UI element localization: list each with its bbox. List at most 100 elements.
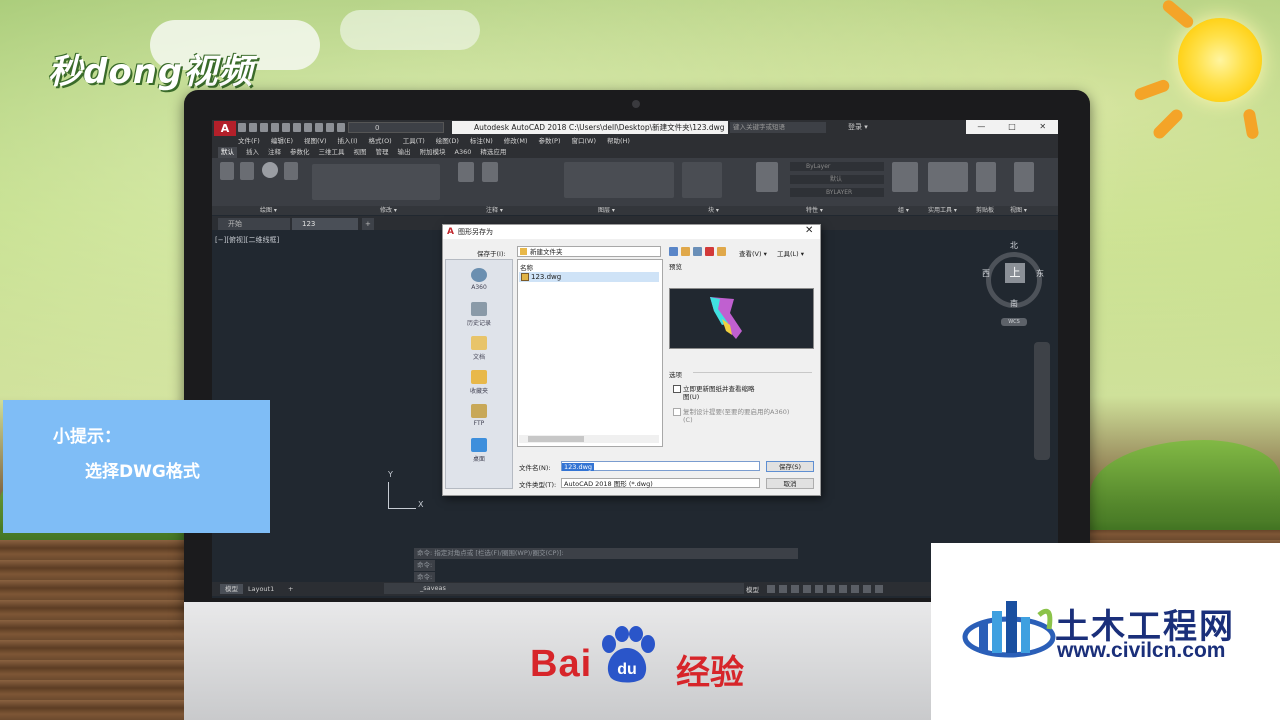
sun-layer-icon[interactable] [337,123,345,132]
text-tool-icon[interactable] [458,162,474,182]
viewport-controls[interactable]: [−][俯视][二维线框] [215,235,279,245]
tab-default[interactable]: 默认 [218,147,237,158]
undo-icon[interactable] [293,123,301,132]
customize-icon[interactable] [875,585,883,593]
prop-bylayer-2[interactable]: 默认 [790,175,884,184]
cancel-button[interactable]: 取消 [766,478,814,489]
new-tab-button[interactable]: + [362,218,374,230]
redo-icon[interactable] [304,123,312,132]
polyline-tool-icon[interactable] [240,162,254,180]
tab-start[interactable]: 开始 [218,218,290,230]
maximize-button[interactable]: □ [997,120,1028,134]
delete-icon[interactable] [705,247,714,256]
arc-tool-icon[interactable] [284,162,298,180]
layer-dropdown[interactable]: 0 [348,122,444,133]
menu-dimension[interactable]: 标注(N) [470,136,493,147]
save-button[interactable]: 保存(S) [766,461,814,472]
save-icon[interactable] [260,123,268,132]
tab-manage[interactable]: 管理 [376,147,389,158]
panel-label-block[interactable]: 块 ▾ [708,206,719,215]
viewcube-north[interactable]: 北 [1010,240,1018,251]
dialog-close-button[interactable]: ✕ [805,225,813,236]
panel-label-modify[interactable]: 修改 ▾ [380,206,397,215]
tab-annotate[interactable]: 注释 [268,147,281,158]
panel-label-groups[interactable]: 组 ▾ [898,206,909,215]
tab-3d-tools[interactable]: 三维工具 [319,147,345,158]
tab-model[interactable]: 模型 [220,584,243,594]
place-documents[interactable]: 文档 [446,336,512,361]
share-icon[interactable] [315,123,323,132]
minimize-button[interactable]: — [966,120,997,134]
tab-insert[interactable]: 插入 [246,147,259,158]
snap-toggle-icon[interactable] [779,585,787,593]
up-folder-icon[interactable] [681,247,690,256]
menu-help[interactable]: 帮助(H) [607,136,630,147]
saveas-icon[interactable] [271,123,279,132]
group-icon[interactable] [892,162,918,192]
status-model-button[interactable]: 模型 [746,584,759,594]
filetype-dropdown[interactable]: AutoCAD 2018 图形 (*.dwg) [561,478,760,488]
panel-label-view[interactable]: 视图 ▾ [1010,206,1027,215]
command-line-input[interactable]: _saveas [384,583,744,594]
menu-file[interactable]: 文件(F) [238,136,260,147]
column-header-name[interactable]: 名称 [520,262,533,272]
tab-output[interactable]: 输出 [398,147,411,158]
menu-edit[interactable]: 编辑(E) [271,136,293,147]
menu-insert[interactable]: 插入(I) [338,136,358,147]
menu-window[interactable]: 窗口(W) [571,136,596,147]
ortho-toggle-icon[interactable] [791,585,799,593]
place-ftp[interactable]: FTP [446,404,512,427]
menu-tools[interactable]: 工具(T) [403,136,425,147]
navigation-bar[interactable] [1034,342,1050,460]
tab-parametric[interactable]: 参数化 [290,147,310,158]
tab-a360[interactable]: A360 [455,147,472,158]
menu-draw[interactable]: 绘图(D) [436,136,459,147]
back-icon[interactable] [669,247,678,256]
autocad-app-button[interactable]: A [214,121,236,136]
polar-toggle-icon[interactable] [803,585,811,593]
panel-label-utilities[interactable]: 实用工具 ▾ [928,206,957,215]
print-icon[interactable] [282,123,290,132]
login-button[interactable]: 登录 ▾ [848,122,868,133]
panel-label-draw[interactable]: 绘图 ▾ [260,206,277,215]
annotation-scale-icon[interactable] [851,585,859,593]
place-desktop[interactable]: 桌面 [446,438,512,463]
place-history[interactable]: 历史记录 [446,302,512,327]
update-thumbnail-checkbox[interactable] [673,385,681,393]
menu-view[interactable]: 视图(V) [304,136,327,147]
tab-view[interactable]: 视图 [354,147,367,158]
panel-label-annotate[interactable]: 注释 ▾ [486,206,503,215]
prop-bylayer-1[interactable]: ByLayer [790,162,884,171]
menu-parametric[interactable]: 参数(P) [538,136,560,147]
osnap-toggle-icon[interactable] [815,585,823,593]
lineweight-toggle-icon[interactable] [839,585,847,593]
horizontal-scrollbar[interactable] [519,435,659,443]
menu-format[interactable]: 格式(O) [369,136,392,147]
add-layout-button[interactable]: + [288,584,293,594]
viewcube-west[interactable]: 西 [982,268,990,279]
file-row[interactable]: 123.dwg [519,272,659,282]
wcs-menu[interactable]: WCS [1001,318,1027,326]
close-button[interactable]: ✕ [1027,120,1058,134]
open-icon[interactable] [249,123,257,132]
view-icon[interactable] [1014,162,1034,192]
view-menu[interactable]: 查看(V) ▾ [739,248,767,258]
paste-icon[interactable] [976,162,996,192]
place-favorites[interactable]: 收藏夹 [446,370,512,395]
otrack-toggle-icon[interactable] [827,585,835,593]
new-icon[interactable] [238,123,246,132]
block-insert-icon[interactable] [682,162,722,198]
save-in-dropdown[interactable]: 新建文件夹 [517,246,661,257]
tab-featured-apps[interactable]: 精选应用 [480,147,506,158]
new-folder-icon[interactable] [717,247,726,256]
viewcube-east[interactable]: 东 [1036,268,1044,279]
prop-bylayer-3[interactable]: BYLAYER [790,188,884,197]
line-tool-icon[interactable] [220,162,234,180]
circle-tool-icon[interactable] [262,162,278,178]
panel-label-properties[interactable]: 特性 ▾ [806,206,823,215]
measure-icon[interactable] [928,162,968,192]
scrollbar-thumb[interactable] [528,436,584,442]
menu-modify[interactable]: 修改(M) [504,136,528,147]
modify-tools-icon[interactable] [312,164,440,200]
panel-label-clipboard[interactable]: 剪贴板 [976,206,994,215]
